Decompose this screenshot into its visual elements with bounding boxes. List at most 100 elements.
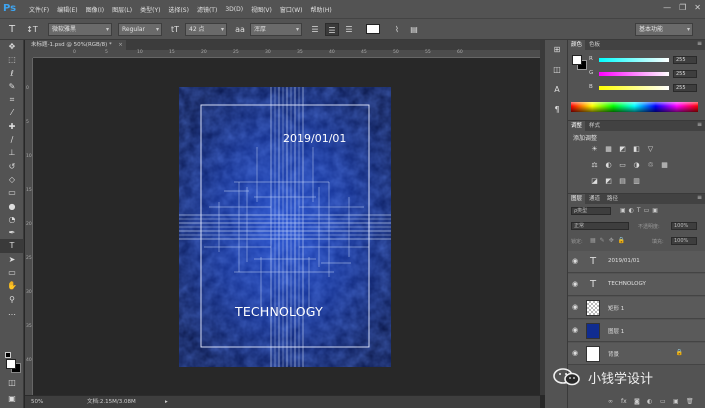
brush-tool-icon[interactable]: ∕ <box>0 133 24 146</box>
layer-name[interactable]: 背景 <box>608 350 619 358</box>
blur-tool-icon[interactable]: ● <box>0 200 24 213</box>
layers-panel-menu-icon[interactable]: ≡ <box>697 194 702 201</box>
layer-name[interactable]: 2019/01/01 <box>608 258 640 264</box>
marquee-tool-icon[interactable]: ⬚ <box>0 53 24 66</box>
blue-value[interactable]: 255 <box>673 84 697 92</box>
link-layers-icon[interactable]: ∞ <box>608 398 613 405</box>
menu-image[interactable]: 图像(I) <box>82 5 108 14</box>
restore-icon[interactable]: ❐ <box>679 3 686 12</box>
screen-mode-icon[interactable]: ▣ <box>0 392 24 405</box>
blue-slider[interactable]: B 255 <box>589 84 699 93</box>
tab-paths[interactable]: 路径 <box>604 194 621 204</box>
document-canvas[interactable]: 2019/01/01 TECHNOLOGY <box>179 87 391 367</box>
opacity-input[interactable]: 100% <box>671 222 697 230</box>
menu-3d[interactable]: 3D(D) <box>221 6 247 13</box>
ruler-origin[interactable] <box>25 50 33 58</box>
menu-filter[interactable]: 滤镜(T) <box>193 5 221 14</box>
layer-row[interactable]: ◉ 图层 1 <box>568 320 705 342</box>
text-tool-preset-icon[interactable]: T <box>0 24 24 35</box>
menu-window[interactable]: 窗口(W) <box>276 5 307 14</box>
font-family-select[interactable]: 微软雅黑 <box>48 22 112 36</box>
curves-adjust-icon[interactable]: ◩ <box>618 145 627 154</box>
color-balance-adjust-icon[interactable]: ◐ <box>604 161 613 170</box>
dodge-tool-icon[interactable]: ◔ <box>0 213 24 226</box>
add-mask-icon[interactable]: ◙ <box>634 398 640 405</box>
workspace-select[interactable]: 基本功能 <box>635 23 693 36</box>
doc-size-info[interactable]: 文档:2.15M/3.08M <box>87 396 136 408</box>
layer-row[interactable]: ◉ 背景 🔒 <box>568 343 705 365</box>
text-orientation-icon[interactable]: ↕T <box>24 23 40 36</box>
mini-default-colors-icon[interactable] <box>5 352 11 358</box>
menu-select[interactable]: 选择(S) <box>164 5 193 14</box>
menu-layer[interactable]: 图层(L) <box>108 5 136 14</box>
red-value[interactable]: 255 <box>673 56 697 64</box>
adjust-panel-menu-icon[interactable]: ≡ <box>697 121 702 128</box>
edit-toolbar-icon[interactable]: … <box>0 306 24 319</box>
invert-adjust-icon[interactable]: ◪ <box>590 177 599 186</box>
date-text[interactable]: 2019/01/01 <box>283 132 346 145</box>
align-left-icon[interactable]: ☰ <box>308 23 322 36</box>
channel-mixer-adjust-icon[interactable]: ♲ <box>646 161 655 170</box>
layer-row[interactable]: ◉ T 2019/01/01 <box>568 251 705 273</box>
posterize-adjust-icon[interactable]: ◩ <box>604 177 613 186</box>
close-icon[interactable]: ✕ <box>694 3 701 12</box>
antialias-select[interactable]: 浑厚 <box>250 22 302 36</box>
zoom-tool-icon[interactable]: ⚲ <box>0 293 24 306</box>
fill-input[interactable]: 100% <box>671 237 697 245</box>
red-slider[interactable]: R 255 <box>589 56 699 65</box>
layer-style-icon[interactable]: fx <box>621 398 627 405</box>
gradient-map-adjust-icon[interactable]: ▥ <box>632 177 641 186</box>
pen-tool-icon[interactable]: ✒ <box>0 226 24 239</box>
green-slider[interactable]: G 255 <box>589 70 699 79</box>
visibility-eye-icon[interactable]: ◉ <box>572 326 578 334</box>
visibility-eye-icon[interactable]: ◉ <box>572 280 578 288</box>
gradient-tool-icon[interactable]: ▭ <box>0 186 24 199</box>
text-color-swatch[interactable] <box>366 24 380 34</box>
photo-filter-adjust-icon[interactable]: ◑ <box>632 161 641 170</box>
blue-gradient-bar[interactable] <box>599 86 669 90</box>
font-style-select[interactable]: Regular <box>118 22 162 36</box>
layer-name[interactable]: TECHNOLOGY <box>608 281 646 287</box>
exposure-adjust-icon[interactable]: ◧ <box>632 145 641 154</box>
quick-mask-icon[interactable]: ◫ <box>0 376 24 389</box>
character-panel-icon[interactable]: A <box>545 80 569 100</box>
paragraph-panel-icon[interactable]: ¶ <box>545 100 569 120</box>
delete-layer-icon[interactable]: 🗑 <box>686 398 694 405</box>
red-gradient-bar[interactable] <box>599 58 669 62</box>
color-lookup-adjust-icon[interactable]: ▦ <box>660 161 669 170</box>
path-select-tool-icon[interactable]: ➤ <box>0 253 24 266</box>
clone-stamp-tool-icon[interactable]: ⊥ <box>0 146 24 159</box>
visibility-eye-icon[interactable]: ◉ <box>572 349 578 357</box>
brightness-adjust-icon[interactable]: ☀ <box>590 145 599 154</box>
menu-view[interactable]: 视图(V) <box>247 5 276 14</box>
layer-row[interactable]: ◉ 矩形 1 <box>568 297 705 319</box>
document-tab[interactable]: 未标题-1.psd @ 50%(RGB/8) * × <box>25 40 126 50</box>
foreground-color-swatch[interactable] <box>6 359 16 369</box>
layer-filter-kind[interactable]: ρ类型 <box>571 207 611 215</box>
tab-adjustments[interactable]: 调整 <box>568 121 586 131</box>
eraser-tool-icon[interactable]: ◇ <box>0 173 24 186</box>
font-size-select[interactable]: 42 点 <box>185 22 227 36</box>
tab-layers[interactable]: 图层 <box>568 194 586 204</box>
layer-filter-icons[interactable]: ▣◐T▭▣ <box>620 207 661 214</box>
visibility-eye-icon[interactable]: ◉ <box>572 257 578 265</box>
menu-file[interactable]: 文件(F) <box>25 5 53 14</box>
history-panel-icon[interactable]: ⊞ <box>545 40 569 60</box>
eyedropper-tool-icon[interactable]: ⁄ <box>0 106 24 119</box>
black-white-adjust-icon[interactable]: ▭ <box>618 161 627 170</box>
character-panel-icon[interactable]: ▤ <box>407 23 421 36</box>
layer-name[interactable]: 矩形 1 <box>608 304 624 312</box>
history-brush-tool-icon[interactable]: ↺ <box>0 160 24 173</box>
hand-tool-icon[interactable]: ✋ <box>0 279 24 292</box>
minimize-icon[interactable]: — <box>663 3 671 12</box>
new-layer-icon[interactable]: ▣ <box>673 398 679 405</box>
headline-text[interactable]: TECHNOLOGY <box>235 304 323 319</box>
move-tool-icon[interactable]: ✥ <box>0 40 24 53</box>
vibrance-adjust-icon[interactable]: ▽ <box>646 145 655 154</box>
quick-select-tool-icon[interactable]: ✎ <box>0 80 24 93</box>
tab-styles[interactable]: 样式 <box>586 121 603 131</box>
new-group-icon[interactable]: ▭ <box>660 398 666 405</box>
align-right-icon[interactable]: ☰ <box>342 23 356 36</box>
zoom-level[interactable]: 50% <box>31 396 43 408</box>
lasso-tool-icon[interactable]: ℓ <box>0 67 24 80</box>
